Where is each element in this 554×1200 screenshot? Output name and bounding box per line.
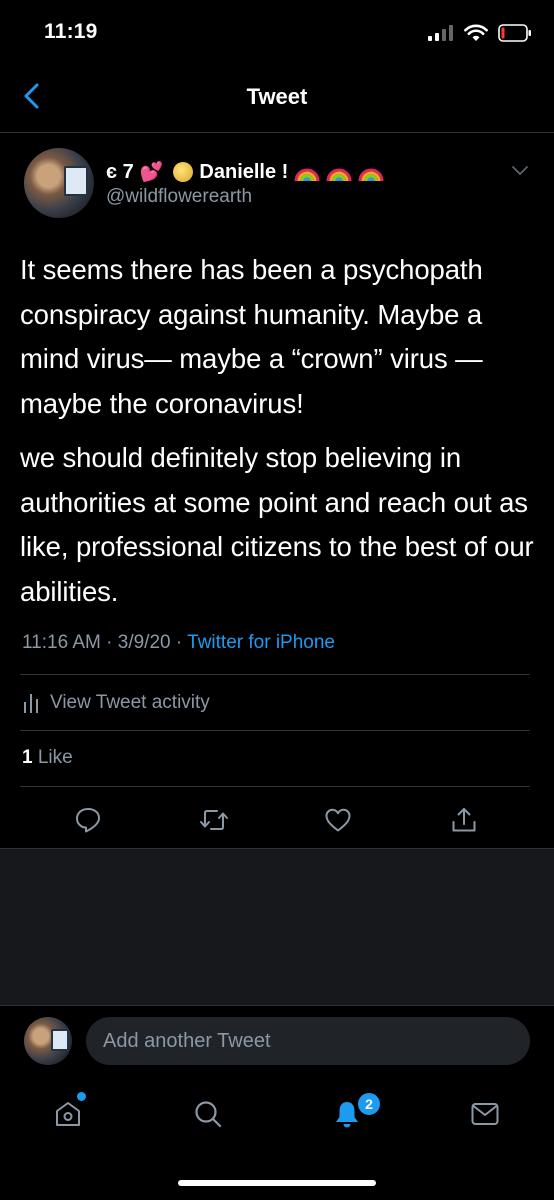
tweet-text-paragraph: we should definitely stop believing in a… — [20, 442, 534, 607]
name-prefix: є 7 — [106, 160, 134, 183]
wifi-icon — [464, 24, 488, 41]
page-title: Tweet — [246, 84, 308, 109]
share-icon — [452, 808, 476, 832]
tweet-actions — [0, 800, 554, 840]
view-tweet-activity[interactable]: View Tweet activity — [22, 690, 210, 716]
likes-stat[interactable]: 1 Like — [22, 747, 73, 769]
heart-icon — [325, 808, 351, 832]
moon-icon — [173, 162, 194, 182]
divider — [20, 786, 530, 787]
tweet-text-paragraph: It seems there has been a psychopath con… — [20, 254, 483, 419]
rainbow-icon — [294, 168, 320, 182]
search-icon — [195, 1101, 222, 1128]
reply-composer-input[interactable]: Add another Tweet — [86, 1017, 530, 1065]
tab-search[interactable] — [188, 1094, 228, 1134]
my-avatar[interactable] — [24, 1017, 72, 1065]
activity-label: View Tweet activity — [50, 692, 210, 713]
divider — [20, 730, 530, 731]
home-icon — [56, 1102, 80, 1126]
tweet-time: 11:16 AM — [22, 632, 101, 653]
reply-button[interactable] — [68, 800, 108, 840]
meta-separator: · — [175, 632, 183, 653]
meta-separator: · — [106, 632, 113, 653]
notifications-badge: 2 — [356, 1091, 382, 1117]
share-button[interactable] — [444, 800, 484, 840]
retweet-icon — [200, 810, 228, 830]
home-indicator — [178, 1180, 376, 1186]
author-handle[interactable]: @wildflowerearth — [106, 186, 252, 208]
tweet-meta: 11:16 AM · 3/9/20 · Twitter for iPhone — [22, 632, 335, 654]
likes-label: Like — [37, 747, 73, 768]
tweet-source-link[interactable]: Twitter for iPhone — [187, 632, 335, 653]
home-new-indicator — [75, 1090, 88, 1103]
rainbow-icon — [358, 168, 384, 182]
replies-area — [0, 848, 554, 1006]
comment-icon — [76, 808, 100, 833]
signal-icon — [428, 25, 453, 41]
tweet-date: 3/9/20 — [117, 632, 171, 653]
nav-bar: Tweet — [0, 60, 554, 133]
status-time: 11:19 — [44, 20, 98, 43]
analytics-icon — [24, 694, 38, 713]
tweet-options-button[interactable] — [510, 164, 530, 183]
display-name: Danielle ! — [199, 160, 289, 183]
status-icons — [428, 22, 532, 44]
mail-icon — [471, 1103, 499, 1125]
divider — [20, 674, 530, 675]
battery-icon — [498, 24, 531, 42]
author-name[interactable]: є 7 💕 Danielle ! — [106, 158, 384, 186]
author-avatar[interactable] — [24, 148, 94, 218]
rainbow-icon — [326, 168, 352, 182]
likes-count: 1 — [22, 747, 33, 768]
chevron-down-icon — [512, 166, 528, 176]
retweet-button[interactable] — [194, 800, 234, 840]
like-button[interactable] — [318, 800, 358, 840]
sparkling-heart-icon: 💕 — [139, 162, 164, 183]
reply-placeholder: Add another Tweet — [103, 1029, 271, 1052]
tab-messages[interactable] — [465, 1094, 505, 1134]
